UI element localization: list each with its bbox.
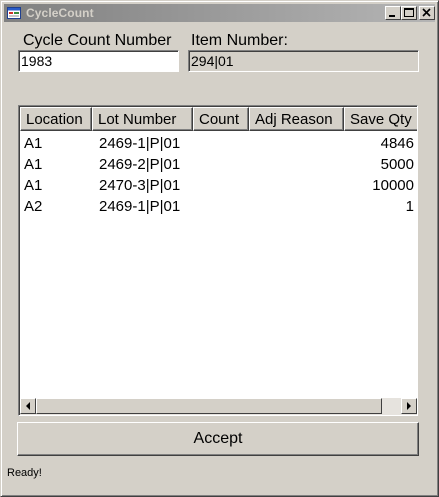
cell-save-qty: 10000 — [372, 177, 414, 194]
cycle-count-number-field[interactable]: 1983 — [18, 50, 179, 72]
cell-location: A2 — [24, 198, 43, 215]
close-button[interactable] — [419, 6, 435, 20]
cell-location: A1 — [24, 177, 43, 194]
scrollbar-thumb[interactable] — [36, 398, 382, 414]
cell-lot-number: 2470-3|P|01 — [99, 177, 181, 194]
cell-save-qty: 1 — [405, 198, 414, 215]
cycle-count-list[interactable]: Location Lot Number Count Adj Reason Sav… — [18, 105, 418, 416]
table-row[interactable]: A1 2470-3|P|01 10000 — [20, 175, 416, 197]
table-row[interactable]: A2 2469-1|P|01 1 — [20, 196, 416, 218]
cell-lot-number: 2469-1|P|01 — [99, 198, 181, 215]
table-row[interactable]: A1 2469-1|P|01 4846 — [20, 133, 416, 155]
cell-lot-number: 2469-2|P|01 — [99, 156, 181, 173]
cyclecount-window: CycleCount Cycle Count Number Item Numbe… — [0, 0, 439, 497]
column-header-adj-reason[interactable]: Adj Reason — [249, 107, 344, 131]
title-bar[interactable]: CycleCount — [4, 4, 435, 22]
column-header-location[interactable]: Location — [20, 107, 92, 131]
horizontal-scrollbar[interactable] — [20, 398, 417, 415]
column-header-save-qty[interactable]: Save Qty — [344, 107, 417, 131]
scroll-left-button[interactable] — [20, 398, 36, 414]
minimize-button[interactable] — [385, 6, 401, 20]
maximize-button[interactable] — [401, 6, 417, 20]
column-header-count[interactable]: Count — [193, 107, 249, 131]
item-number-label: Item Number: — [191, 32, 288, 49]
arrow-left-icon — [26, 402, 30, 410]
close-icon — [422, 8, 431, 17]
app-form-icon — [7, 7, 21, 19]
item-number-field[interactable]: 294|01 — [188, 50, 419, 72]
window-title: CycleCount — [26, 6, 94, 20]
cycle-count-number-label: Cycle Count Number — [23, 32, 172, 49]
maximize-icon — [404, 8, 414, 17]
cell-lot-number: 2469-1|P|01 — [99, 135, 181, 152]
table-row[interactable]: A1 2469-2|P|01 5000 — [20, 154, 416, 176]
cell-save-qty: 5000 — [380, 156, 414, 173]
cell-location: A1 — [24, 156, 43, 173]
scroll-right-button[interactable] — [401, 398, 417, 414]
cell-save-qty: 4846 — [380, 135, 414, 152]
column-header-lot-number[interactable]: Lot Number — [92, 107, 193, 131]
minimize-icon — [389, 15, 395, 17]
arrow-right-icon — [407, 402, 411, 410]
status-text: Ready! — [7, 467, 42, 479]
cell-location: A1 — [24, 135, 43, 152]
accept-button[interactable]: Accept — [17, 422, 419, 456]
